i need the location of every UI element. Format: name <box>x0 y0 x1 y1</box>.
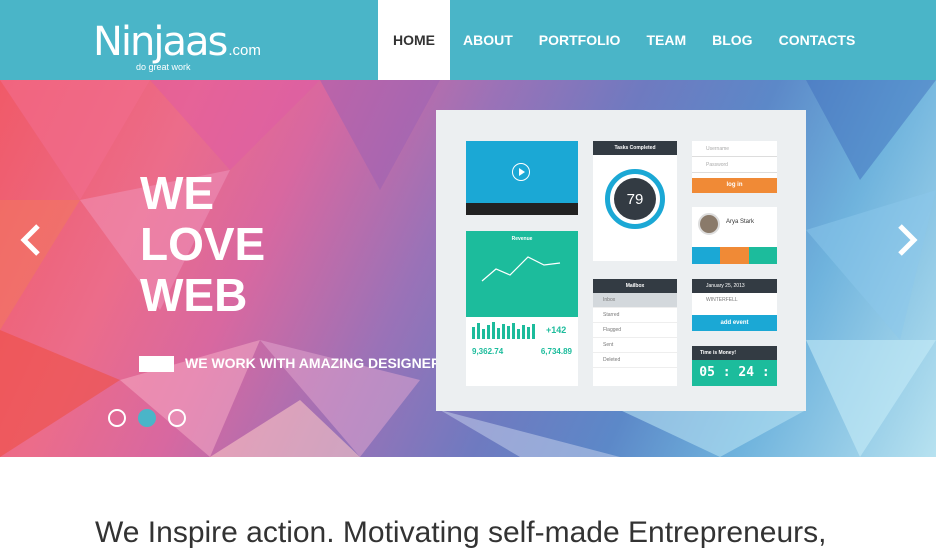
nav-item-about[interactable]: ABOUT <box>450 0 526 80</box>
ui-kit-mockup: Revenue +142 9,362.74 6,734.89 Tasks Com… <box>436 110 806 411</box>
revenue-delta: +142 <box>546 325 566 335</box>
hero-slider: WE LOVE WEB WE WORK WITH AMAZING DESIGNE… <box>0 80 936 457</box>
profile-name: Arya Stark <box>726 219 755 225</box>
chevron-left-icon[interactable] <box>16 220 46 260</box>
mailbox-item: Sent <box>593 338 677 353</box>
mailbox-item: Starred <box>593 308 677 323</box>
avatar <box>698 213 720 235</box>
hero-title-line: LOVE <box>140 218 266 270</box>
add-event-button: add event <box>692 315 777 331</box>
revenue-value-1: 9,362.74 <box>472 347 504 356</box>
section-tagline: We Inspire action. Motivating self-made … <box>95 516 827 549</box>
nav-item-contacts[interactable]: CONTACTS <box>766 0 869 80</box>
mailbox-item: Inbox <box>593 293 677 308</box>
logo-tagline: do great work <box>136 62 191 72</box>
password-field: Password <box>692 157 777 173</box>
subtitle-accent-bar <box>139 356 174 372</box>
video-player-widget <box>466 141 578 215</box>
revenue-chart-panel: Revenue <box>466 231 578 317</box>
nav-item-home[interactable]: HOME <box>378 0 450 80</box>
video-controls-bar <box>466 203 578 215</box>
revenue-values: 9,362.74 6,734.89 <box>466 343 578 360</box>
main-nav: HOME ABOUT PORTFOLIO TEAM BLOG CONTACTS <box>378 0 868 80</box>
timer-widget: Time is Money! 05 : 24 : 19 <box>692 346 777 386</box>
event-widget: January 25, 2013 WINTERFELL add event <box>692 279 777 331</box>
revenue-value-2: 6,734.89 <box>540 347 572 356</box>
hero-subtitle: WE WORK WITH AMAZING DESIGNERS <box>185 355 451 371</box>
nav-item-portfolio[interactable]: PORTFOLIO <box>526 0 634 80</box>
event-date: January 25, 2013 <box>692 279 777 293</box>
profile-stats <box>692 247 777 264</box>
nav-item-blog[interactable]: BLOG <box>699 0 765 80</box>
tasks-percent: 79 <box>614 178 656 220</box>
revenue-line-chart <box>481 256 561 282</box>
play-icon <box>512 163 530 181</box>
nav-item-team[interactable]: TEAM <box>633 0 699 80</box>
tasks-title: Tasks Completed <box>593 141 677 155</box>
slider-dot-2[interactable] <box>138 409 156 427</box>
timer-title: Time is Money! <box>692 346 777 360</box>
mailbox-item: Flagged <box>593 323 677 338</box>
site-header: Ninjaas .com do great work HOME ABOUT POR… <box>0 0 936 80</box>
login-widget: Username Password log in <box>692 141 777 193</box>
slider-dot-3[interactable] <box>168 409 186 427</box>
slider-pagination <box>108 409 186 427</box>
login-button: log in <box>692 178 777 193</box>
event-location: WINTERFELL <box>706 297 738 303</box>
tasks-completed-widget: Tasks Completed 79 <box>593 141 677 261</box>
mailbox-item: Deleted <box>593 353 677 368</box>
slider-dot-1[interactable] <box>108 409 126 427</box>
revenue-bars: +142 <box>472 322 566 339</box>
chevron-right-icon[interactable] <box>892 220 922 260</box>
hero-title-line: WEB <box>140 269 248 321</box>
revenue-title: Revenue <box>511 236 533 242</box>
profile-widget: Arya Stark <box>692 207 777 264</box>
site-logo[interactable]: Ninjaas .com do great work <box>93 19 261 72</box>
hero-title-line: WE <box>140 167 215 219</box>
logo-name: Ninjaas <box>93 19 228 65</box>
revenue-widget: Revenue +142 9,362.74 6,734.89 <box>466 231 578 386</box>
logo-tld: .com <box>228 42 261 59</box>
username-field: Username <box>692 141 777 157</box>
tasks-progress-ring: 79 <box>605 169 665 229</box>
mailbox-title: Mailbox <box>593 279 677 293</box>
timer-value: 05 : 24 : 19 <box>699 365 770 380</box>
mailbox-widget: Mailbox Inbox Starred Flagged Sent Delet… <box>593 279 677 386</box>
hero-title: WE LOVE WEB <box>140 168 265 321</box>
